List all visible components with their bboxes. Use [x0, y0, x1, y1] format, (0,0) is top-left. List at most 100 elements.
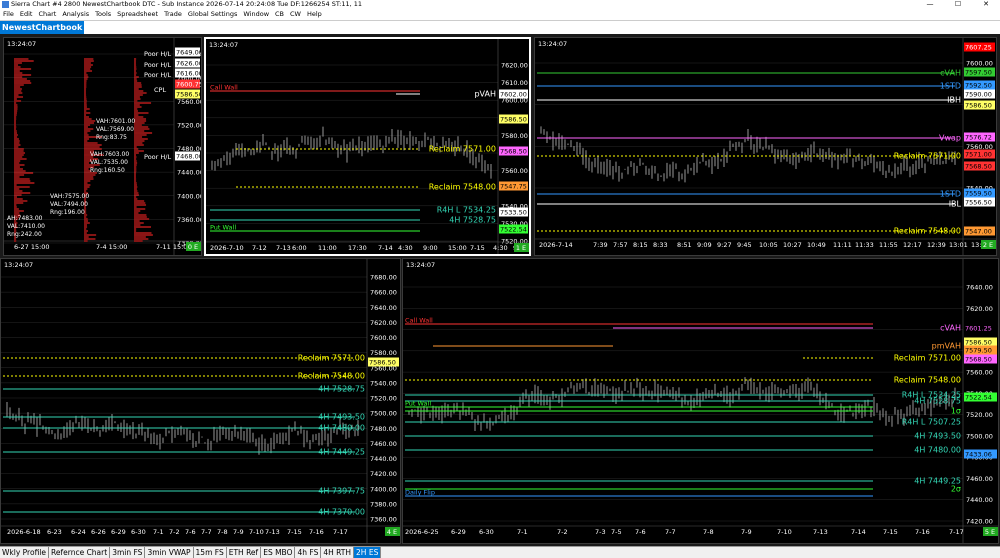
corner-label: 4 E	[387, 528, 397, 536]
menu-window[interactable]: Window	[243, 10, 269, 18]
level-label: Vwap	[939, 134, 961, 143]
tab-4h-rth[interactable]: 4H RTH	[321, 547, 355, 558]
chart-canvas-c3: 7600.007580.007560.007540.002026-7-147:3…	[535, 38, 996, 255]
level-label: IBH	[947, 96, 961, 105]
x-axis-label: 7-10	[249, 528, 264, 536]
menu-cw[interactable]: CW	[290, 10, 301, 18]
profile-level-label: Poor H/L	[144, 50, 171, 58]
price-tag-label: 7602.00	[500, 91, 527, 99]
y-axis-label: 7520.00	[370, 395, 397, 403]
y-axis-label: 7680.00	[370, 274, 397, 282]
y-axis-label: 7560.00	[966, 369, 993, 377]
x-axis-label: 6-29	[451, 528, 466, 536]
window-title: Sierra Chart #4 2800 NewestChartbook DTC…	[11, 0, 362, 8]
menu-help[interactable]: Help	[307, 10, 322, 18]
price-tag-label: 7568.50	[965, 163, 992, 171]
level-label: cVAH	[940, 69, 961, 78]
price-tag-label: 7626.00	[176, 60, 201, 68]
chart-weekly-profile[interactable]: 7640.007600.007560.007520.007480.007440.…	[3, 37, 202, 256]
y-axis-label: 7600.00	[370, 334, 397, 342]
close-button[interactable]: ✕	[972, 0, 1000, 9]
y-axis-label: 7440.00	[370, 455, 397, 463]
x-axis-label: 6-30	[131, 528, 146, 536]
chart-3min-fs[interactable]: 7600.007580.007560.007540.002026-7-147:3…	[534, 37, 997, 256]
x-axis-label: 9:27	[717, 241, 732, 249]
x-axis-label: 7-8	[217, 528, 228, 536]
corner-label: 1 E	[516, 244, 526, 252]
tab-3min-fs[interactable]: 3min FS	[110, 547, 146, 558]
menu-analysis[interactable]: Analysis	[62, 10, 89, 18]
price-tag-label: 7586.50	[500, 116, 527, 124]
x-axis-label: 7-2	[169, 528, 180, 536]
window-controls: — ☐ ✕	[916, 0, 1000, 9]
x-axis-label: 7-10	[777, 528, 792, 536]
tab-3min-vwap[interactable]: 3min VWAP	[145, 547, 194, 558]
level-label: 2σ	[951, 485, 961, 494]
profile-level-label: CPL	[154, 86, 166, 94]
x-axis-label: 11:55	[879, 241, 898, 249]
level-label: 4H 7493.50	[914, 432, 961, 441]
price-tag-label: 7571.00	[965, 151, 992, 159]
level-label: Reclaim 7548.00	[894, 227, 961, 236]
y-axis-label: 7610.00	[501, 79, 528, 87]
tab-15m-fs[interactable]: 15m FS	[194, 547, 227, 558]
y-axis-label: 7580.00	[501, 132, 528, 140]
tab-4h-fs[interactable]: 4h FS	[295, 547, 322, 558]
y-axis-label: 7360.00	[177, 216, 201, 224]
menu-cb[interactable]: CB	[275, 10, 284, 18]
chartbook-bar: NewestChartbook	[0, 21, 1000, 34]
profile-stat: VAL:7569.00	[96, 126, 134, 133]
profile-level-label: Poor H/L	[144, 153, 171, 161]
menu-chart[interactable]: Chart	[38, 10, 56, 18]
level-label: 4H 7480.00	[318, 424, 365, 433]
x-axis-label: 7-17	[333, 528, 348, 536]
y-axis-label: 7660.00	[370, 289, 397, 297]
menu-global-settings[interactable]: Global Settings	[188, 10, 237, 18]
x-axis-label: 2026-6-25	[405, 528, 439, 536]
level-label: Put Wall	[210, 224, 236, 232]
y-axis-label: 7460.00	[370, 440, 397, 448]
menu-trade[interactable]: Trade	[164, 10, 182, 18]
tab-2h-es[interactable]: 2H ES	[354, 547, 382, 558]
x-axis-label: 8:51	[677, 241, 692, 249]
chart-2h-es[interactable]: 7640.007620.007600.007580.007560.007540.…	[402, 258, 999, 544]
price-tag-label: 7601.25	[965, 325, 992, 333]
level-label: 4H 7528.75	[318, 385, 365, 394]
menu-spreadsheet[interactable]: Spreadsheet	[117, 10, 158, 18]
tab-es-mbo[interactable]: ES MBO	[261, 547, 296, 558]
x-axis-label: 7-6	[185, 528, 196, 536]
level-label: IBL	[949, 200, 962, 209]
maximize-button[interactable]: ☐	[944, 0, 972, 9]
price-tag-label: 7600.75	[176, 81, 201, 89]
x-axis-label: 6-29	[111, 528, 126, 536]
tab-eth-ref[interactable]: ETH Ref	[227, 547, 262, 558]
chart-canvas-c5: 7640.007620.007600.007580.007560.007540.…	[403, 259, 998, 543]
level-label: Reclaim 7571.00	[894, 152, 961, 161]
profile-stat: VAL:7410.00	[7, 223, 45, 230]
x-axis-label: 7:57	[613, 241, 628, 249]
chart-time: 13:24:07	[7, 40, 36, 48]
tab-refernce-chart[interactable]: Refernce Chart	[49, 547, 111, 558]
menu-edit[interactable]: Edit	[20, 10, 33, 18]
chartbook-name[interactable]: NewestChartbook	[0, 21, 85, 34]
menu-tools[interactable]: Tools	[95, 10, 111, 18]
x-axis-label: 8:15	[633, 241, 648, 249]
chart-reference[interactable]: 7620.007610.007600.007590.007580.007570.…	[204, 37, 531, 256]
price-tag-label: 7590.00	[965, 91, 992, 99]
tab-wkly-profile[interactable]: Wkly Profile	[0, 547, 49, 558]
x-axis-label: 7-16	[915, 528, 930, 536]
chart-4h-fs[interactable]: 7680.00 7660.00 7640.00 7620.00 7600.00 7580.…	[0, 258, 401, 544]
minimize-button[interactable]: —	[916, 0, 944, 9]
level-label: Call Wall	[210, 84, 238, 92]
level-label: Reclaim 7571.00	[429, 145, 496, 154]
y-axis-label: 7440.00	[177, 169, 201, 177]
x-axis-label: 11:33	[855, 241, 874, 249]
x-axis-label: 7-2	[557, 528, 568, 536]
x-axis-label: 10:27	[783, 241, 802, 249]
corner-label: 2 E	[983, 241, 993, 249]
price-tag-label: 7607.25	[965, 44, 992, 52]
level-label: 4H 7397.75	[318, 487, 365, 496]
profile-stat: VAH:7603.00	[90, 151, 129, 158]
x-axis-label: 6-26	[91, 528, 106, 536]
menu-file[interactable]: File	[3, 10, 14, 18]
